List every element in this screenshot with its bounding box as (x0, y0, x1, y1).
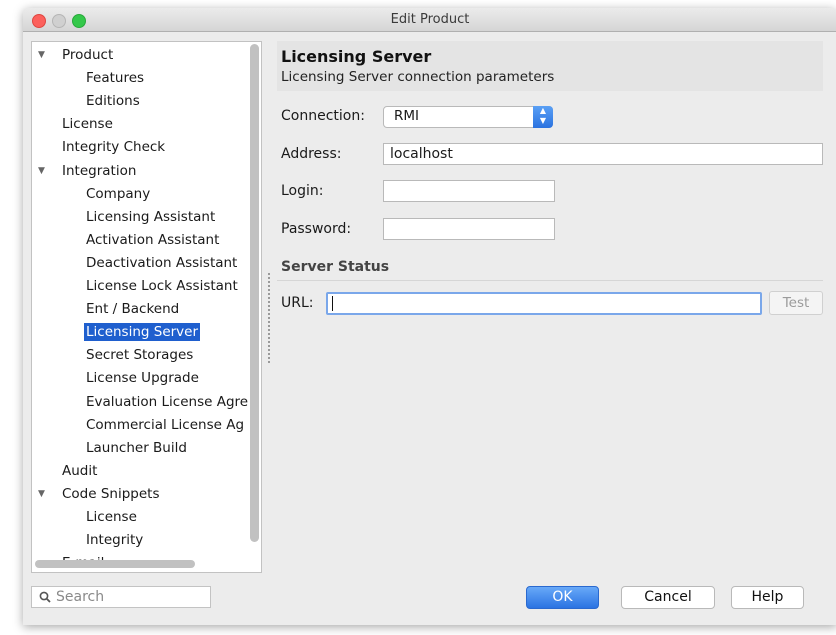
tree-item[interactable]: Company (86, 183, 150, 205)
tree-item-label: Deactivation Assistant (86, 254, 238, 271)
product-tree[interactable]: ▼ Product Features Editions License Integrity… (31, 41, 262, 573)
tree-item[interactable]: ▼ Code Snippets (38, 483, 160, 505)
tree-vertical-scrollbar[interactable] (250, 44, 259, 568)
search-field[interactable]: Search (31, 586, 211, 608)
section-divider (277, 280, 823, 281)
panel-title: Licensing Server (281, 47, 432, 66)
tree-item[interactable]: License Upgrade (86, 367, 199, 389)
tree-item[interactable]: License (86, 506, 137, 528)
tree-item-label: Secret Storages (86, 347, 194, 364)
tree-vertical-scroll-thumb[interactable] (250, 44, 259, 542)
tree-item[interactable]: ▼ Integration (38, 160, 137, 182)
tree-item[interactable]: Deactivation Assistant (86, 252, 237, 274)
tree-item-label: Product (62, 47, 114, 63)
connection-value: RMI (394, 108, 420, 124)
tree-item[interactable]: Secret Storages (86, 344, 193, 366)
address-input[interactable]: localhost (383, 143, 823, 165)
url-input[interactable] (326, 292, 762, 315)
tree-item[interactable]: Editions (86, 90, 140, 112)
tree-item-label: License (86, 509, 137, 525)
search-placeholder: Search (56, 589, 105, 605)
tree-item-label: Licensing Assistant (86, 208, 216, 225)
disclosure-triangle-icon[interactable]: ▼ (38, 160, 45, 182)
tree-item[interactable]: ▼ Product (38, 44, 114, 66)
login-label: Login: (281, 183, 324, 199)
tree-item[interactable]: Licensing Assistant (86, 206, 215, 228)
tree-item-label: Launcher Build (86, 439, 187, 456)
ok-button[interactable]: OK (526, 586, 599, 609)
tree-item-label: Licensing Server (84, 323, 201, 342)
chevron-up-down-icon: ▲ ▼ (533, 106, 553, 128)
tree-item-label: Integrity (86, 532, 144, 549)
connection-select[interactable]: RMI ▲ ▼ (383, 106, 553, 128)
login-input[interactable] (383, 180, 555, 202)
tree-item[interactable]: Commercial License Ag (86, 414, 244, 436)
tree-item-label: Company (86, 185, 151, 202)
edit-product-window: Edit Product ▼ Product Features Editions Lic… (23, 8, 836, 625)
tree-horizontal-scroll-thumb[interactable] (35, 560, 195, 568)
password-input[interactable] (383, 218, 555, 240)
tree-item-label: Code Snippets (62, 485, 160, 502)
tree-item-label: Integration (62, 162, 137, 179)
tree-item[interactable]: Launcher Build (86, 437, 187, 459)
tree-item-label: Features (86, 70, 145, 87)
cancel-button[interactable]: Cancel (621, 586, 715, 609)
tree-item-label: License (62, 116, 113, 133)
text-caret (332, 296, 333, 311)
disclosure-triangle-icon[interactable]: ▼ (38, 483, 45, 505)
tree-item-label: License Upgrade (86, 370, 199, 387)
tree-item-label: Commercial License Ag (86, 416, 245, 433)
tree-item[interactable]: Ent / Backend (86, 298, 179, 320)
tree-item[interactable]: Integrity (86, 529, 143, 551)
help-button[interactable]: Help (731, 586, 804, 609)
tree-item-label: Audit (62, 462, 98, 479)
tree-item[interactable]: Features (86, 67, 144, 89)
tree-item[interactable]: Licensing Server (84, 321, 201, 343)
tree-item-label: Editions (86, 93, 140, 110)
test-button[interactable]: Test (769, 291, 823, 315)
server-status-heading: Server Status (281, 259, 390, 275)
url-label: URL: (281, 295, 314, 311)
window-title: Edit Product (390, 12, 470, 27)
panel-header: Licensing Server Licensing Server connec… (277, 41, 823, 91)
tree-item[interactable]: License Lock Assistant (86, 275, 238, 297)
panel-subtitle: Licensing Server connection parameters (281, 69, 555, 85)
address-label: Address: (281, 146, 342, 162)
tree-item-label: Integrity Check (62, 139, 166, 156)
search-icon (39, 591, 51, 603)
tree-item[interactable]: Activation Assistant (86, 229, 219, 251)
tree-item-label: License Lock Assistant (86, 278, 238, 294)
tree-item-label: Activation Assistant (86, 231, 220, 248)
tree-item-label: Evaluation License Agre (86, 393, 249, 410)
tree-item[interactable]: Integrity Check (62, 136, 165, 158)
password-label: Password: (281, 221, 352, 237)
panel-splitter[interactable] (268, 273, 272, 363)
disclosure-triangle-icon[interactable]: ▼ (38, 44, 45, 66)
tree-item[interactable]: Audit (62, 460, 97, 482)
connection-label: Connection: (281, 108, 365, 124)
title-bar[interactable]: Edit Product (23, 8, 836, 32)
tree-item-label: Ent / Backend (86, 301, 180, 318)
tree-item[interactable]: License (62, 113, 113, 135)
tree-item[interactable]: Evaluation License Agre (86, 391, 248, 413)
